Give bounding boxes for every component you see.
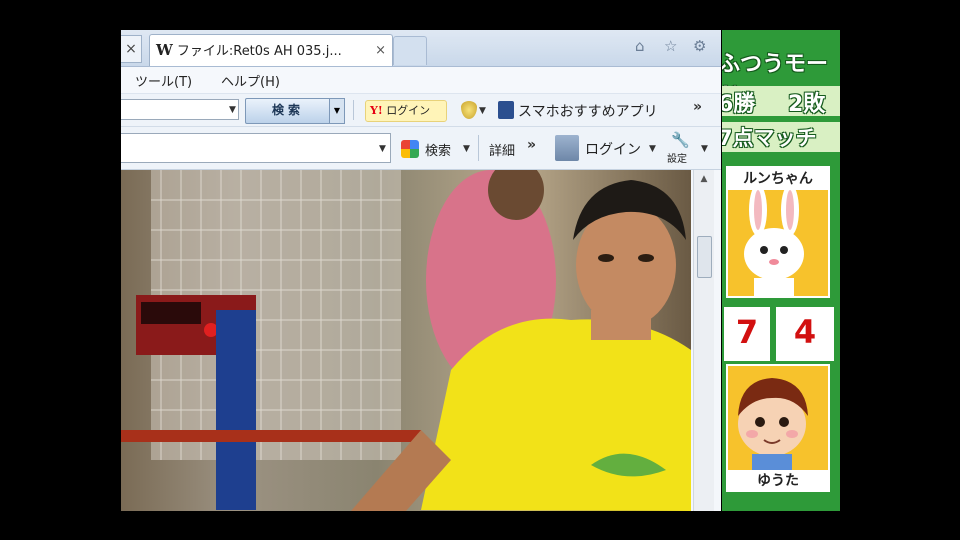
apps-link[interactable]: スマホおすすめアプリ	[518, 101, 658, 121]
photo-illustration	[121, 170, 691, 511]
toolbar-search-input[interactable]	[121, 99, 239, 120]
scrollbar-thumb[interactable]	[697, 236, 712, 278]
toolbar1-more-button[interactable]: »	[693, 99, 702, 115]
wikipedia-icon: W	[156, 41, 173, 59]
rabbit-character-icon	[744, 190, 804, 296]
browser-window: × W ファイル:Ret0s AH 035.j... × ⌂ ☆ ⚙ ツール(T)…	[121, 30, 721, 511]
search-options-dropdown[interactable]: ▼	[329, 98, 345, 124]
player2-score: 4	[774, 305, 836, 363]
yahoo-login-button[interactable]: Y! ログイン	[365, 100, 447, 122]
detail-button[interactable]: 詳細	[489, 140, 515, 159]
yahoo-login-label: ログイン	[386, 104, 431, 117]
google-search-button[interactable]: 検索	[425, 140, 451, 159]
shield-dropdown-icon[interactable]: ▼	[479, 106, 486, 116]
record-losses: 2敗	[788, 92, 826, 117]
tab-title: ファイル:Ret0s AH 035.j...	[176, 44, 342, 59]
menu-bar: ツール(T) ヘルプ(H)	[121, 67, 721, 94]
google-search-input[interactable]	[121, 133, 391, 163]
page-photo	[121, 170, 691, 511]
google-search-options-icon[interactable]: ▼	[463, 144, 470, 154]
vertical-scrollbar[interactable]: ▲	[693, 170, 714, 511]
player1-score: 7	[722, 305, 772, 363]
login-button[interactable]: ログイン	[585, 139, 641, 159]
player1-name: ルンちゃん	[728, 168, 828, 190]
avatar-icon[interactable]	[555, 135, 579, 161]
google-search-dropdown-icon[interactable]: ▼	[379, 144, 386, 154]
search-button[interactable]: 検索	[245, 98, 331, 124]
menu-tools[interactable]: ツール(T)	[135, 71, 192, 90]
tab-bar: × W ファイル:Ret0s AH 035.j... × ⌂ ☆ ⚙	[121, 30, 721, 67]
toolbar2-more-button[interactable]: »	[527, 137, 536, 153]
search-toolbar: ▼ 検索 ▼ Y! ログイン ▼ スマホおすすめアプリ »	[121, 94, 721, 127]
star-icon[interactable]: ☆	[664, 37, 677, 55]
scroll-up-arrow-icon[interactable]: ▲	[694, 170, 714, 188]
menu-help[interactable]: ヘルプ(H)	[221, 71, 280, 90]
toolbar-divider	[353, 100, 354, 120]
apps-icon[interactable]	[498, 101, 514, 119]
google-toolbar: ▼ 検索 ▼ 詳細 » ログイン ▼ 🔧 設定 ▼	[121, 127, 721, 170]
login-dropdown-icon[interactable]: ▼	[649, 144, 656, 154]
gear-icon[interactable]: ⚙	[693, 37, 706, 55]
prev-tab-close-button[interactable]: ×	[121, 35, 142, 63]
tab-close-icon[interactable]: ×	[375, 35, 386, 66]
shield-icon[interactable]	[461, 101, 477, 119]
toolbar2-divider	[478, 135, 479, 161]
boy-character-icon	[738, 378, 808, 470]
new-tab-button[interactable]	[393, 36, 427, 65]
wrench-icon[interactable]: 🔧	[671, 131, 690, 149]
yahoo-logo: Y!	[370, 104, 383, 117]
home-icon[interactable]: ⌂	[635, 37, 645, 55]
google-icon[interactable]	[401, 140, 419, 158]
player1-card: ルンちゃん	[726, 166, 830, 298]
search-history-dropdown-icon[interactable]: ▼	[229, 105, 236, 115]
player2-name: ゆうた	[728, 470, 828, 492]
settings-dropdown-icon[interactable]: ▼	[701, 144, 708, 154]
tab-active[interactable]: W ファイル:Ret0s AH 035.j... ×	[149, 34, 393, 66]
game-side-panel: ふつうモード 6勝 2敗 7点マッチ ルンちゃん 7 4 ゆうた	[722, 30, 840, 511]
settings-button[interactable]: 設定	[667, 150, 687, 165]
player2-card: ゆうた	[726, 364, 830, 492]
match-points-text: 7点マッチ	[722, 126, 817, 150]
